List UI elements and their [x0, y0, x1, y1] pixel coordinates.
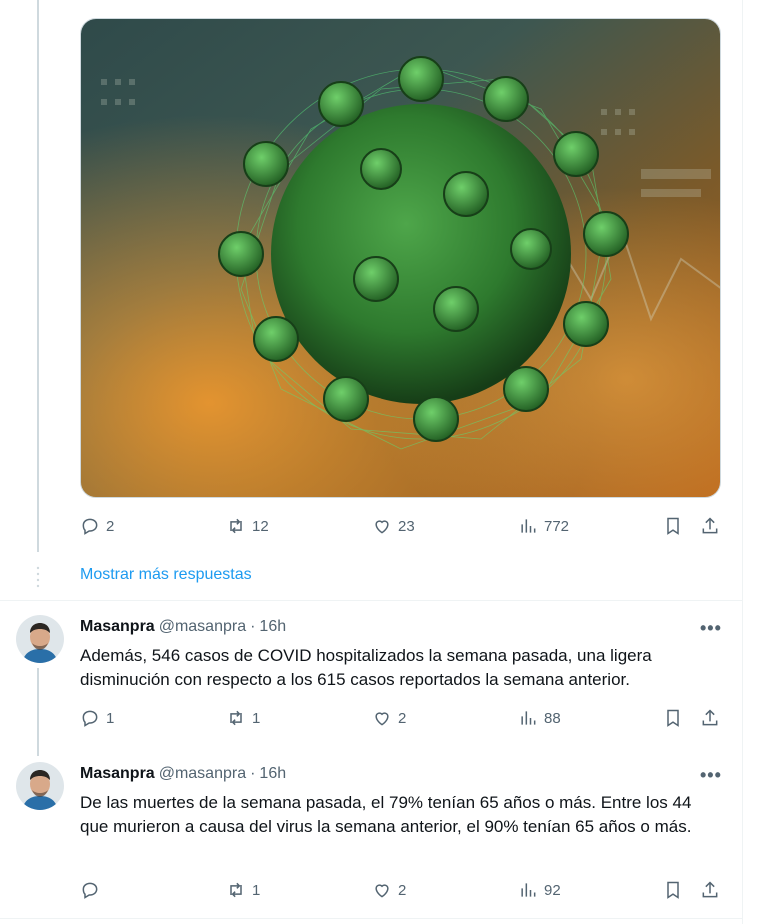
view-count: 92: [544, 881, 561, 899]
more-options-button[interactable]: •••: [700, 618, 722, 639]
bookmark-icon: [667, 881, 679, 899]
bookmark-icon: [667, 709, 679, 727]
retweet-count: 12: [252, 517, 269, 535]
like-button[interactable]: 2: [372, 708, 406, 728]
retweet-count: 1: [252, 881, 261, 899]
view-count: 772: [544, 517, 570, 535]
user-handle[interactable]: @masanpra: [159, 765, 246, 783]
views-icon: [521, 711, 536, 725]
share-button[interactable]: [700, 708, 720, 728]
like-count: 2: [398, 709, 407, 727]
bookmark-icon: [667, 517, 679, 535]
retweet-icon: [230, 710, 242, 726]
reply-icon: [82, 518, 98, 535]
tweet-text: De las muertes de la semana pasada, el 7…: [80, 793, 692, 836]
like-count: 23: [398, 517, 415, 535]
view-count: 88: [544, 709, 561, 727]
top-tweet-actions: 2 12 23 772: [80, 516, 722, 540]
reply-thread-line: [37, 668, 39, 756]
bookmark-button[interactable]: [663, 708, 683, 728]
share-button[interactable]: [700, 516, 720, 536]
user-handle[interactable]: @masanpra: [159, 618, 246, 636]
reply-button[interactable]: [80, 880, 106, 900]
bookmark-button[interactable]: [663, 880, 683, 900]
retweet-button[interactable]: 1: [226, 708, 260, 728]
separator: ·: [250, 618, 256, 635]
retweet-button[interactable]: 12: [226, 516, 269, 536]
reply-button[interactable]: 1: [80, 708, 114, 728]
display-name[interactable]: Masanpra: [80, 765, 155, 783]
reply-actions: 1 2 92: [80, 880, 722, 904]
retweet-button[interactable]: 1: [226, 880, 260, 900]
heart-icon: [375, 884, 389, 898]
reply-button[interactable]: 2: [80, 516, 114, 536]
display-name[interactable]: Masanpra: [80, 618, 155, 636]
heart-icon: [375, 712, 389, 726]
views-icon: [521, 519, 536, 533]
views-button[interactable]: 92: [518, 880, 561, 900]
like-button[interactable]: 2: [372, 880, 406, 900]
divider: [0, 918, 742, 919]
views-button[interactable]: 88: [518, 708, 561, 728]
reply-count: 1: [106, 709, 115, 727]
share-icon: [702, 709, 718, 726]
avatar[interactable]: [16, 762, 64, 810]
retweet-count: 1: [252, 709, 261, 727]
like-button[interactable]: 23: [372, 516, 415, 536]
reply-icon: [82, 710, 98, 727]
timestamp[interactable]: 16h: [259, 765, 286, 783]
views-button[interactable]: 772: [518, 516, 569, 536]
avatar[interactable]: [16, 615, 64, 663]
thread-dots: [36, 566, 40, 588]
bookmark-button[interactable]: [663, 516, 683, 536]
reply-icon: [82, 882, 98, 899]
share-button[interactable]: [700, 880, 720, 900]
show-more-replies-link[interactable]: Mostrar más respuestas: [80, 566, 252, 584]
reply-actions: 1 1 2 88: [80, 708, 722, 732]
thread-line: [37, 0, 39, 552]
share-icon: [702, 881, 718, 898]
like-count: 2: [398, 881, 407, 899]
tweet-text: Además, 546 casos de COVID hospitalizado…: [80, 646, 652, 689]
retweet-icon: [230, 882, 242, 898]
column-border: [742, 0, 743, 924]
separator: ·: [250, 765, 256, 782]
reply-header: Masanpra @masanpra · 16h: [80, 765, 286, 783]
divider: [0, 600, 742, 601]
views-icon: [521, 883, 536, 897]
tweet-media-image[interactable]: [80, 18, 721, 498]
heart-icon: [375, 520, 389, 534]
share-icon: [702, 517, 718, 534]
reply-count: 2: [106, 517, 115, 535]
timestamp[interactable]: 16h: [259, 618, 286, 636]
reply-header: Masanpra @masanpra · 16h: [80, 618, 286, 636]
retweet-icon: [230, 518, 242, 534]
more-options-button[interactable]: •••: [700, 765, 722, 786]
